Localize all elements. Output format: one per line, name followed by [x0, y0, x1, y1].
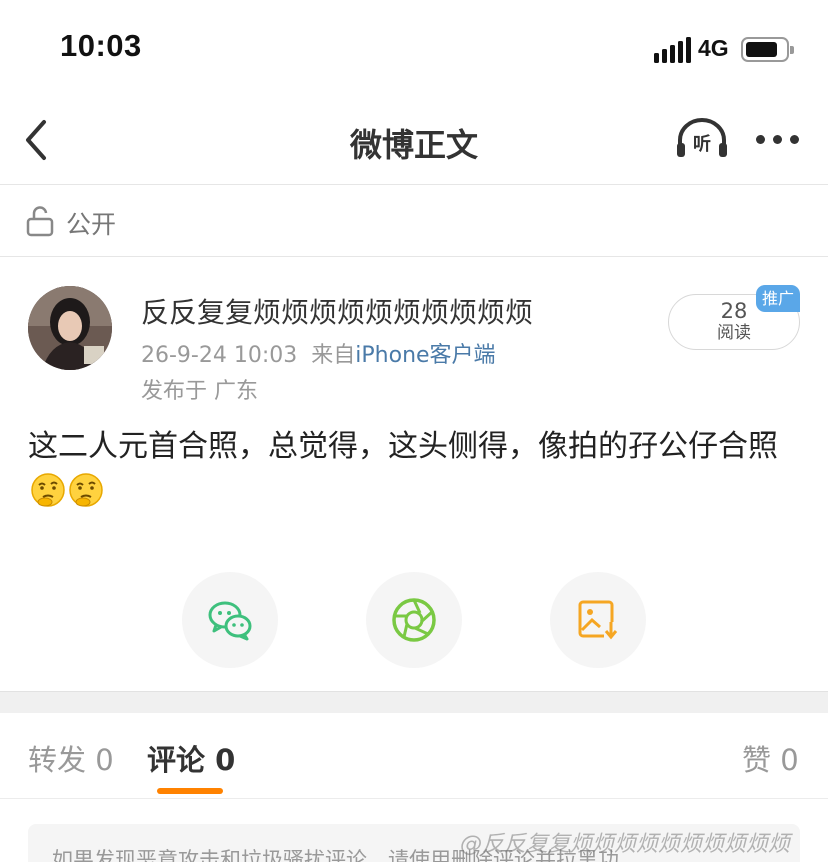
unlock-icon [26, 206, 54, 237]
avatar[interactable] [28, 286, 112, 370]
post-location: 发布于 广东 [141, 379, 258, 404]
section-divider [0, 691, 828, 713]
tab-comments-label: 评论 [147, 743, 206, 777]
author-name[interactable]: 反反复复烦烦烦烦烦烦烦烦烦烦 [141, 291, 533, 331]
post-meta: 26-9-24 10:03 来自iPhone客户端 [141, 337, 496, 369]
active-tab-indicator [157, 788, 223, 794]
network-label: 4G [698, 35, 729, 61]
share-wechat-button[interactable] [182, 572, 278, 668]
visibility-label: 公开 [66, 210, 117, 239]
post-date: 26-9-24 10:03 [141, 343, 298, 368]
post-text: 这二人元首合照，总觉得，这头侧得，像拍的孖公仔合照 [28, 429, 778, 464]
watermark: @反反复复烦烦烦烦烦烦烦烦烦烦 [460, 832, 791, 857]
status-bar: 10:03 4G [0, 0, 828, 96]
more-button[interactable] [752, 122, 804, 156]
more-dot-icon [756, 135, 765, 144]
save-image-icon [578, 600, 618, 640]
more-dot-icon [790, 135, 799, 144]
tab-reposts[interactable]: 转发 0 [28, 737, 114, 779]
client-link[interactable]: iPhone客户端 [355, 343, 495, 368]
tab-likes-count: 0 [780, 743, 799, 777]
tab-likes-label: 赞 [742, 743, 772, 777]
read-label: 阅读 [717, 323, 751, 343]
tab-comments[interactable]: 评论 0 [147, 737, 235, 779]
listen-button[interactable]: 听 [674, 116, 730, 160]
share-moments-button[interactable] [366, 572, 462, 668]
post-body: 这二人元首合照，总觉得，这头侧得，像拍的孖公仔合照 [28, 424, 808, 516]
thinking-emoji-icon [31, 473, 65, 507]
moments-icon [392, 598, 436, 642]
headphones-icon: 听 [677, 118, 727, 157]
promote-badge[interactable]: 推广 [756, 285, 800, 312]
signal-icon [654, 37, 691, 63]
tab-reposts-label: 转发 [28, 743, 87, 777]
status-time: 10:03 [60, 28, 142, 63]
tab-reposts-count: 0 [95, 743, 114, 777]
wechat-icon [208, 601, 252, 641]
battery-icon [741, 37, 794, 62]
save-image-button[interactable] [550, 572, 646, 668]
nav-bar: 微博正文 听 [0, 96, 828, 185]
avatar-image [28, 286, 112, 370]
visibility-row[interactable]: 公开 [0, 185, 828, 257]
thinking-emoji-icon [69, 473, 103, 507]
listen-icon-text: 听 [693, 133, 711, 155]
tab-comments-count: 0 [215, 743, 236, 777]
more-dot-icon [773, 135, 782, 144]
source-prefix: 来自 [311, 343, 356, 368]
tab-bar: 转发 0 评论 0 赞 0 [0, 713, 828, 799]
tab-likes[interactable]: 赞 0 [742, 737, 799, 779]
